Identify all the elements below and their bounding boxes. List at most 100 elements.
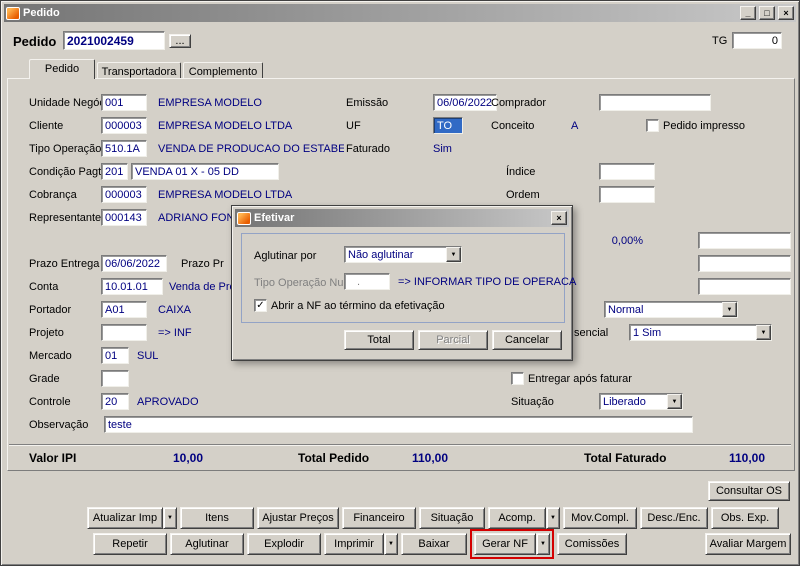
comissoes-button[interactable]: Comissões: [557, 533, 627, 555]
pedido-impresso-label: Pedido impresso: [663, 120, 745, 132]
ordem-input[interactable]: [599, 186, 655, 203]
mercado-label: Mercado: [29, 350, 72, 362]
tipo-operacao-nulo-input: .: [344, 273, 390, 290]
controle-label: Controle: [29, 396, 71, 408]
itens-button[interactable]: Itens: [180, 507, 254, 529]
atualizar-imp-dropdown-arrow-icon[interactable]: ▼: [163, 507, 177, 529]
pedido-field-label: Pedido: [13, 34, 57, 49]
consultar-os-button[interactable]: Consultar OS: [708, 481, 790, 501]
dropdown-arrow-icon[interactable]: ▼: [446, 247, 461, 262]
tab-transportadora[interactable]: Transportadora: [97, 62, 181, 78]
uf-input[interactable]: TO: [433, 117, 463, 134]
dialog-close-button[interactable]: ×: [551, 211, 567, 225]
dropdown-arrow-icon[interactable]: ▼: [667, 394, 682, 409]
projeto-input[interactable]: [101, 324, 147, 341]
observacao-label: Observação: [29, 419, 89, 431]
valor-ipi-value: 10,00: [172, 451, 203, 465]
aglutinar-por-dropdown[interactable]: Não aglutinar ▼: [344, 246, 462, 263]
financeiro-button[interactable]: Financeiro: [342, 507, 416, 529]
projeto-label: Projeto: [29, 327, 64, 339]
presencial-value: 1 Sim: [633, 326, 662, 339]
prazo-entrega-input[interactable]: 06/06/2022: [101, 255, 167, 272]
tipo-operacao-nulo-label: Tipo Operação Nulo: [254, 277, 353, 289]
parcial-button: Parcial: [418, 330, 488, 350]
right-field-2[interactable]: [698, 255, 791, 272]
action-row-2: Repetir Aglutinar Explodir Imprimir ▼ Ba…: [93, 529, 791, 559]
condicao-pagto-input[interactable]: 201: [101, 163, 128, 180]
prazo-pr-label: Prazo Pr: [181, 258, 224, 270]
tipo-operacao-label: Tipo Operação: [29, 143, 102, 155]
gerar-nf-button[interactable]: Gerar NF: [474, 533, 536, 555]
faturado-value: Sim: [433, 143, 452, 155]
unidade-negocio-input[interactable]: 001: [101, 94, 147, 111]
presencial-dropdown[interactable]: 1 Sim ▼: [629, 324, 772, 341]
comprador-label: Comprador: [491, 97, 547, 109]
portador-label: Portador: [29, 304, 72, 316]
tg-input[interactable]: 0: [732, 32, 782, 49]
avaliar-margem-button[interactable]: Avaliar Margem: [705, 533, 791, 555]
portador-input[interactable]: A01: [101, 301, 147, 318]
dropdown-arrow-icon[interactable]: ▼: [756, 325, 771, 340]
tab-complemento[interactable]: Complemento: [183, 62, 263, 78]
imprimir-button[interactable]: Imprimir: [324, 533, 384, 555]
repetir-button[interactable]: Repetir: [93, 533, 167, 555]
percent-value: 0,00%: [611, 235, 643, 247]
tipo-frete-value: Normal: [608, 303, 644, 316]
explodir-button[interactable]: Explodir: [247, 533, 321, 555]
maximize-button[interactable]: □: [759, 6, 775, 20]
pedido-number-input[interactable]: 2021002459: [63, 31, 165, 50]
projeto-hint: => INF: [158, 327, 192, 339]
minimize-icon: _: [745, 8, 751, 18]
situacao-label: Situação: [511, 396, 554, 408]
dialog-title: Efetivar: [254, 212, 295, 224]
situacao-button[interactable]: Situação: [419, 507, 485, 529]
total-faturado-label: Total Faturado: [584, 451, 667, 465]
cancelar-button[interactable]: Cancelar: [492, 330, 562, 350]
mercado-input[interactable]: 01: [101, 347, 129, 364]
right-field-1[interactable]: [698, 232, 791, 249]
ordem-label: Ordem: [506, 189, 540, 201]
action-row-1: Atualizar Imp ▼ Itens Ajustar Preços Fin…: [87, 507, 789, 529]
abrir-nf-checkbox[interactable]: ✓: [254, 299, 267, 312]
cobranca-input[interactable]: 000003: [101, 186, 147, 203]
aglutinar-button[interactable]: Aglutinar: [170, 533, 244, 555]
desc-enc-button[interactable]: Desc./Enc.: [640, 507, 708, 529]
cobranca-desc: EMPRESA MODELO LTDA: [158, 189, 293, 201]
pedido-impresso-checkbox[interactable]: [646, 119, 659, 132]
entregar-apos-faturar-checkbox[interactable]: [511, 372, 524, 385]
dropdown-arrow-icon[interactable]: ▼: [722, 302, 737, 317]
acomp-button[interactable]: Acomp.: [488, 507, 546, 529]
total-button[interactable]: Total: [344, 330, 414, 350]
tipo-operacao-nulo-hint: => INFORMAR TIPO DE OPERACA: [398, 276, 577, 288]
cliente-input[interactable]: 000003: [101, 117, 147, 134]
situacao-dropdown[interactable]: Liberado ▼: [599, 393, 683, 410]
ajustar-precos-button[interactable]: Ajustar Preços: [257, 507, 339, 529]
baixar-button[interactable]: Baixar: [401, 533, 467, 555]
emissao-label: Emissão: [346, 97, 389, 109]
gerar-nf-dropdown-arrow-icon[interactable]: ▼: [536, 533, 550, 555]
comprador-input[interactable]: [599, 94, 711, 111]
close-button[interactable]: ×: [778, 6, 794, 20]
tab-pedido[interactable]: Pedido: [29, 59, 95, 79]
condicao-pagto-desc-input[interactable]: VENDA 01 X - 05 DD: [131, 163, 279, 180]
indice-input[interactable]: [599, 163, 655, 180]
controle-input[interactable]: 20: [101, 393, 129, 410]
mov-compl-button[interactable]: Mov.Compl.: [563, 507, 637, 529]
right-field-3[interactable]: [698, 278, 791, 295]
observacao-input[interactable]: teste: [104, 416, 693, 433]
acomp-dropdown-arrow-icon[interactable]: ▼: [546, 507, 560, 529]
faturado-label: Faturado: [346, 143, 391, 155]
pedido-lookup-button[interactable]: ...: [169, 34, 191, 48]
representante-input[interactable]: 000143: [101, 209, 147, 226]
tipo-operacao-input[interactable]: 510.1A: [101, 140, 147, 157]
atualizar-imp-button[interactable]: Atualizar Imp: [87, 507, 163, 529]
situacao-value: Liberado: [603, 395, 646, 408]
grade-input[interactable]: [101, 370, 129, 387]
minimize-button[interactable]: _: [740, 6, 756, 20]
emissao-input[interactable]: 06/06/2022: [433, 94, 497, 111]
prazo-entrega-label: Prazo Entrega: [29, 258, 100, 270]
tipo-frete-dropdown[interactable]: Normal ▼: [604, 301, 738, 318]
conta-input[interactable]: 10.01.01: [101, 278, 163, 295]
imprimir-dropdown-arrow-icon[interactable]: ▼: [384, 533, 398, 555]
obs-exp-button[interactable]: Obs. Exp.: [711, 507, 779, 529]
